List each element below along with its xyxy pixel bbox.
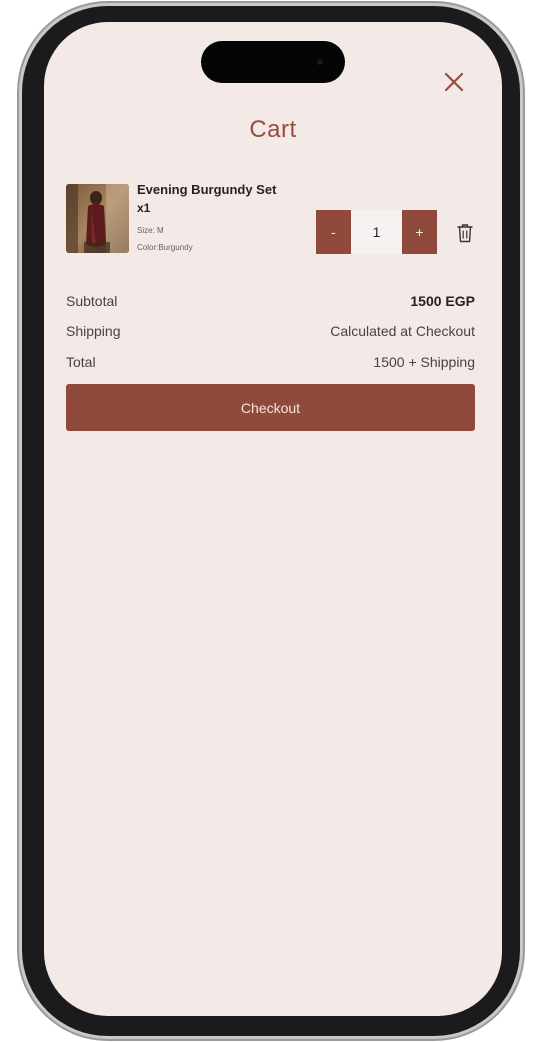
total-value: 1500 + Shipping: [373, 354, 475, 370]
shipping-value: Calculated at Checkout: [330, 323, 475, 339]
total-row: Total 1500 + Shipping: [66, 354, 475, 374]
dynamic-island: [201, 41, 345, 83]
trash-icon: [457, 224, 473, 243]
subtotal-value: 1500 EGP: [410, 293, 475, 309]
page-title: Cart: [249, 116, 297, 143]
product-image[interactable]: [66, 184, 129, 253]
quantity-stepper: - 1 +: [316, 210, 437, 254]
checkout-button[interactable]: Checkout: [66, 384, 475, 431]
product-name: Evening Burgundy Set: [137, 182, 277, 197]
cart-item: Evening Burgundy Set x1 Size: M Color:Bu…: [66, 182, 480, 258]
shipping-row: Shipping Calculated at Checkout: [66, 323, 475, 343]
quantity-value: 1: [351, 210, 402, 254]
remove-item-button[interactable]: [455, 222, 475, 244]
decrement-button[interactable]: -: [316, 210, 351, 254]
product-color: Color:Burgundy: [137, 243, 193, 252]
shipping-label: Shipping: [66, 323, 121, 339]
subtotal-label: Subtotal: [66, 293, 118, 309]
camera-lens: [317, 59, 323, 65]
device-mockup: Cart Evening Burgundy Set x1 Size: M Col…: [0, 0, 539, 1042]
product-size: Size: M: [137, 226, 164, 235]
total-label: Total: [66, 354, 96, 370]
close-icon: [444, 72, 464, 92]
product-quantity-label: x1: [137, 201, 151, 215]
close-button[interactable]: [440, 68, 468, 96]
increment-button[interactable]: +: [402, 210, 437, 254]
subtotal-row: Subtotal 1500 EGP: [66, 293, 475, 313]
cart-screen: Cart Evening Burgundy Set x1 Size: M Col…: [44, 22, 502, 1016]
